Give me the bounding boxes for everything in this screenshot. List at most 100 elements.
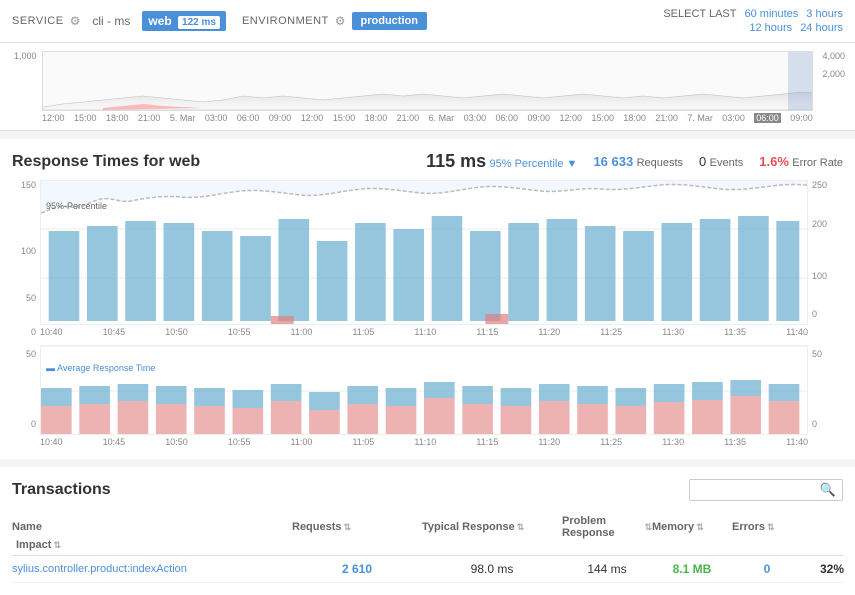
tx-0: 10:40 <box>40 327 63 337</box>
ovx-10: 18:00 <box>365 113 388 123</box>
ovx-14: 06:00 <box>496 113 519 123</box>
byr-0: 0 <box>812 419 817 429</box>
time-12hours[interactable]: 12 hours <box>749 22 792 34</box>
bx-3: 10:55 <box>228 437 251 447</box>
td-memory: 8.1 MB <box>652 562 732 576</box>
top-chart-svg: 95%-Percentile <box>40 180 808 325</box>
th-typical[interactable]: Typical Response ⇅ <box>422 515 562 539</box>
overview-x-labels: 12:00 15:00 18:00 21:00 5. Mar 03:00 06:… <box>42 113 813 123</box>
sort-memory-icon: ⇅ <box>696 522 704 533</box>
yr-0-top: 0 <box>812 309 817 319</box>
tx-4: 11:00 <box>291 327 313 337</box>
th-problem[interactable]: Problem Response ⇅ <box>562 515 652 539</box>
tx-6: 11:10 <box>414 327 436 337</box>
top-x-labels: 10:40 10:45 10:50 10:55 11:00 11:05 11:1… <box>40 327 808 337</box>
sort-typical-icon: ⇅ <box>517 522 525 533</box>
bx-0: 10:40 <box>40 437 63 447</box>
tx-8: 11:20 <box>538 327 560 337</box>
service-cli-tab[interactable]: cli - ms <box>86 11 136 31</box>
tx-5: 11:05 <box>352 327 374 337</box>
by-0: 0 <box>31 419 36 429</box>
ovx-8: 12:00 <box>301 113 324 123</box>
top-chart-wrapper: 150 100 50 0 <box>12 180 843 337</box>
td-impact: 32% <box>802 562 855 576</box>
time-3hours[interactable]: 3 hours <box>806 8 843 20</box>
bx-5: 11:05 <box>352 437 374 447</box>
tx-7: 11:15 <box>476 327 498 337</box>
chart-stats: 115 ms 95% Percentile ▼ 16 633 Requests … <box>426 151 843 172</box>
bx-8: 11:20 <box>538 437 560 447</box>
percentile-label[interactable]: 95% Percentile ▼ <box>490 158 578 170</box>
search-icon[interactable]: 🔍 <box>820 482 836 498</box>
ovx-9: 15:00 <box>333 113 356 123</box>
bottom-x-labels: 10:40 10:45 10:50 10:55 11:00 11:05 11:1… <box>40 437 808 447</box>
env-section: ENVIRONMENT ⚙ production <box>242 12 427 30</box>
stat-error: 1.6% Error Rate <box>759 154 843 169</box>
avg-line-label: ▬ Average Response Time <box>46 363 155 373</box>
ovx-2: 18:00 <box>106 113 129 123</box>
sort-problem-icon: ⇅ <box>644 522 652 533</box>
service-web-tab[interactable]: web 122 ms <box>142 11 226 31</box>
bx-2: 10:50 <box>165 437 188 447</box>
table-row: sylius.controller.product:indexAction 2 … <box>12 556 843 583</box>
th-name[interactable]: Name <box>12 515 292 539</box>
time-60min[interactable]: 60 minutes <box>744 8 798 20</box>
tx-9: 11:25 <box>600 327 622 337</box>
top-bar: SERVICE ⚙ cli - ms web 122 ms ENVIRONMEN… <box>0 0 855 43</box>
percentile-line-label: 95%-Percentile <box>46 201 107 211</box>
tx-3: 10:55 <box>228 327 251 337</box>
bx-12: 11:40 <box>786 437 808 447</box>
overview-y-right-top: 4,000 <box>822 51 845 61</box>
ovx-13: 03:00 <box>464 113 487 123</box>
ovx-0: 12:00 <box>42 113 65 123</box>
overview-y-left: 1,000 <box>14 51 37 61</box>
overview-chart-area: 1,000 4,000 2,000 <box>42 51 813 111</box>
yr-200: 200 <box>812 219 827 229</box>
ovx-7: 09:00 <box>269 113 292 123</box>
ovx-5: 03:00 <box>205 113 228 123</box>
search-box[interactable]: 🔍 <box>689 479 843 501</box>
top-chart-y-axis: 150 100 50 0 <box>12 180 40 337</box>
td-typical: 98.0 ms <box>422 562 562 576</box>
time-24hours[interactable]: 24 hours <box>800 22 843 34</box>
overview-chart: 1,000 4,000 2,000 12:00 15:00 <box>0 43 855 131</box>
bottom-chart-wrapper: 50 0 <box>12 345 843 447</box>
th-memory[interactable]: Memory ⇅ <box>652 515 732 539</box>
th-requests[interactable]: Requests ⇅ <box>292 515 422 539</box>
transactions-section: Transactions 🔍 Name Requests ⇅ Typical R… <box>0 467 855 595</box>
ovx-17: 15:00 <box>591 113 614 123</box>
service-section: SERVICE ⚙ cli - ms web 122 ms <box>12 11 226 31</box>
tx-10: 11:30 <box>662 327 684 337</box>
ovx-3: 21:00 <box>138 113 161 123</box>
tx-2: 10:50 <box>165 327 188 337</box>
top-chart-y-right: 250 200 100 0 <box>808 180 843 337</box>
ovx-20: 7. Mar <box>687 113 713 123</box>
env-gear-icon[interactable]: ⚙ <box>335 14 346 28</box>
bx-9: 11:25 <box>600 437 622 447</box>
time-links-row: 12 hours 24 hours <box>749 22 843 34</box>
bx-11: 11:35 <box>724 437 746 447</box>
bottom-chart-y-right: 50 0 <box>808 345 843 447</box>
main-section: Response Times for web 115 ms 95% Percen… <box>0 139 855 459</box>
td-errors: 0 <box>732 562 802 576</box>
search-input[interactable] <box>696 484 816 496</box>
yr-250: 250 <box>812 180 827 190</box>
bottom-chart-y-axis: 50 0 <box>12 345 40 447</box>
bx-4: 11:00 <box>291 437 313 447</box>
bottom-chart-area: ▬ Average Response Time 10:40 10:45 10:5… <box>40 345 808 447</box>
bx-1: 10:45 <box>103 437 126 447</box>
transactions-header: Transactions 🔍 <box>12 479 843 501</box>
service-gear-icon[interactable]: ⚙ <box>70 14 81 28</box>
select-last-row: SELECT LAST 60 minutes 3 hours <box>663 8 843 20</box>
bx-7: 11:15 <box>476 437 498 447</box>
env-value[interactable]: production <box>352 12 427 30</box>
th-errors[interactable]: Errors ⇅ <box>732 515 802 539</box>
th-impact[interactable]: Impact ⇅ <box>12 539 292 551</box>
top-bar-left: SERVICE ⚙ cli - ms web 122 ms ENVIRONMEN… <box>12 11 427 31</box>
overview-svg <box>42 51 813 111</box>
overview-wrapper: 1,000 4,000 2,000 12:00 15:00 <box>42 51 813 123</box>
ovx-4: 5. Mar <box>170 113 196 123</box>
by-50: 50 <box>26 349 36 359</box>
td-name: sylius.controller.product:indexAction <box>12 563 292 575</box>
stat-events: 0 Events <box>699 154 743 169</box>
